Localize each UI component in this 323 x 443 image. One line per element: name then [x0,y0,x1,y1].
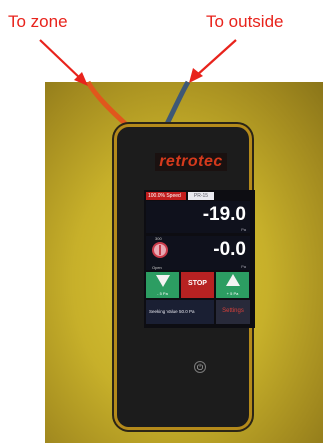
power-icon[interactable]: ⏻ [194,361,206,373]
arrow-to-zone-line [39,39,83,81]
pressure-value-1: -19.0 [202,204,246,225]
stop-button[interactable]: STOP [181,272,214,298]
seek-status: Seeking Value 50.0 Pa [146,300,214,324]
gauge-bottom-label: Open [152,265,162,270]
orange-hose [85,80,132,130]
decrease-button[interactable]: - 5 Pa [146,272,179,298]
increase-button[interactable]: + 5 Pa [216,272,249,298]
arrow-to-outside-line [195,39,237,77]
pressure-readout-1: -19.0 Pa [146,201,250,233]
seek-text: Seeking Value 50.0 Pa [149,309,195,314]
settings-button[interactable]: Settings [216,300,250,324]
increase-label: + 5 Pa [226,291,239,296]
blue-hose [162,80,191,130]
pressure-value-2: -0.0 [213,239,246,260]
gauge-icon [152,242,168,258]
stop-label: STOP [188,280,207,287]
speed-tab[interactable]: 100.0% Speed [146,192,186,200]
decrease-label: - 5 Pa [157,291,168,296]
pressure-unit-1: Pa [241,227,246,232]
mode-tab[interactable]: PR-15 [188,192,214,200]
screen-top-bar: 100.0% Speed PR-15 [146,192,250,200]
gauge-top-label: 300 [155,236,162,241]
pressure-unit-2: Pa [241,264,246,269]
up-arrow-icon [226,274,240,286]
pressure-readout-2: 300 Open -0.0 Pa [146,236,250,270]
brand-logo: retrotec [155,153,227,171]
down-arrow-icon [156,275,170,287]
settings-label: Settings [222,308,244,314]
